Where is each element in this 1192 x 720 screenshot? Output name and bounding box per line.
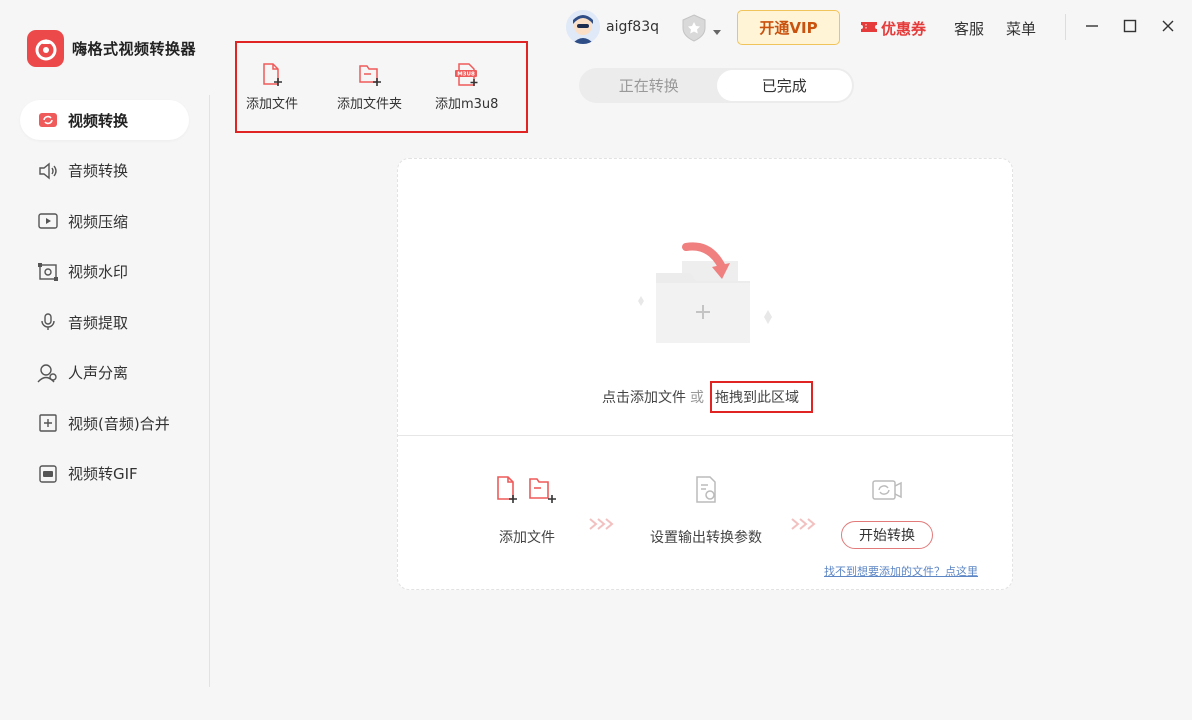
add-file-label: 添加文件 xyxy=(246,97,299,112)
vocal-separate-icon xyxy=(37,362,59,384)
tab-converting[interactable]: 正在转换 xyxy=(581,70,717,101)
m3u8-file-icon: M3U8 xyxy=(454,61,480,87)
sidebar-item-merge[interactable]: 视频(音频)合并 xyxy=(20,403,189,443)
video-watermark-icon xyxy=(37,261,59,283)
step-add-file-icon xyxy=(494,475,560,505)
sidebar-item-label: 视频转GIF xyxy=(68,465,138,483)
tab-completed[interactable]: 已完成 xyxy=(716,70,852,101)
start-convert-button[interactable]: 开始转换 xyxy=(841,521,933,549)
convert-icon xyxy=(871,475,903,505)
add-toolbar: 添加文件 添加文件夹 M3U8 添加m3u8 xyxy=(235,41,528,133)
settings-file-icon xyxy=(692,475,720,505)
sidebar-item-video-compress[interactable]: 视频压缩 xyxy=(20,201,189,241)
sidebar: 嗨格式视频转换器 视频转换 音频转换 视频压缩 视频水印 音频提取 人声分离 视… xyxy=(0,0,211,720)
minimize-button[interactable] xyxy=(1080,14,1104,38)
close-button[interactable] xyxy=(1156,14,1180,38)
maximize-button[interactable] xyxy=(1118,14,1142,38)
step-set-params-label: 设置输出转换参数 xyxy=(650,530,762,546)
sidebar-item-video-watermark[interactable]: 视频水印 xyxy=(20,252,189,292)
minimize-icon xyxy=(1086,25,1098,27)
step-arrow-icon xyxy=(588,517,616,535)
sidebar-item-gif[interactable]: 视频转GIF xyxy=(20,454,189,494)
maximize-icon xyxy=(1123,19,1137,33)
sidebar-item-audio-convert[interactable]: 音频转换 xyxy=(20,151,189,191)
drag-here-text: 拖拽到此区域 xyxy=(710,381,813,413)
ticket-icon xyxy=(860,20,878,38)
open-vip-button[interactable]: 开通VIP xyxy=(737,10,840,45)
drop-instruction: 点击添加文件 或 拖拽到此区域 xyxy=(602,381,813,413)
add-file-icon xyxy=(261,61,283,87)
sidebar-item-video-convert[interactable]: 视频转换 xyxy=(20,100,189,140)
sidebar-item-label: 视频压缩 xyxy=(68,212,129,231)
sidebar-item-label: 视频转换 xyxy=(68,111,129,130)
brand: 嗨格式视频转换器 xyxy=(27,30,196,67)
app-logo-icon xyxy=(27,30,64,67)
file-drop-area[interactable]: 点击添加文件 或 拖拽到此区域 添加文件 设置输出转换参数 开始转换 找不到想要… xyxy=(397,158,1013,590)
conversion-steps: 添加文件 设置输出转换参数 开始转换 xyxy=(398,459,1012,569)
audio-convert-icon xyxy=(37,160,59,182)
sidebar-item-label: 音频提取 xyxy=(68,313,129,332)
customer-service-button[interactable]: 客服 xyxy=(954,18,984,39)
m3u8-badge-text: M3U8 xyxy=(457,72,475,78)
add-folder-icon xyxy=(358,61,382,87)
click-add-text[interactable]: 点击添加文件 xyxy=(602,387,686,407)
video-compress-icon xyxy=(37,210,59,232)
sidebar-item-label: 人声分离 xyxy=(68,364,129,382)
username: aigf83q xyxy=(606,19,659,35)
medal-icon xyxy=(679,13,709,47)
add-folder-label: 添加文件夹 xyxy=(337,97,403,112)
sidebar-item-label: 视频(音频)合并 xyxy=(68,414,170,433)
sidebar-item-audio-extract[interactable]: 音频提取 xyxy=(20,302,189,342)
topbar: aigf83q 开通VIP 优惠券 客服 菜单 xyxy=(560,8,1192,48)
sidebar-item-label: 音频转换 xyxy=(68,162,129,180)
video-convert-icon xyxy=(37,109,59,131)
sidebar-nav: 视频转换 音频转换 视频压缩 视频水印 音频提取 人声分离 视频(音频)合并 视… xyxy=(20,100,189,504)
coupon-button[interactable]: 优惠券 xyxy=(860,18,926,39)
folder-drop-icon xyxy=(630,241,780,355)
step-add-file: 添加文件 xyxy=(494,475,560,547)
add-m3u8-button[interactable]: M3U8 添加m3u8 xyxy=(435,61,498,112)
app-window: 嗨格式视频转换器 视频转换 音频转换 视频压缩 视频水印 音频提取 人声分离 视… xyxy=(0,0,1192,720)
add-file-button[interactable]: 添加文件 xyxy=(246,61,298,112)
avatar xyxy=(566,10,600,44)
status-tabs: 正在转换 已完成 xyxy=(579,68,854,103)
close-icon xyxy=(1162,20,1174,32)
coupon-label: 优惠券 xyxy=(881,20,927,38)
vip-level-dropdown[interactable] xyxy=(679,13,721,47)
window-controls-divider xyxy=(1065,14,1066,40)
cant-find-file-link[interactable]: 找不到想要添加的文件？点这里 xyxy=(824,563,978,579)
merge-icon xyxy=(37,412,59,434)
step-arrow-icon xyxy=(790,517,818,535)
menu-button[interactable]: 菜单 xyxy=(1006,18,1036,39)
user-account[interactable]: aigf83q xyxy=(566,10,659,44)
sidebar-item-label: 视频水印 xyxy=(68,263,129,281)
app-name: 嗨格式视频转换器 xyxy=(72,40,197,58)
add-folder-button[interactable]: 添加文件夹 xyxy=(337,61,402,112)
drop-divider xyxy=(398,435,1012,436)
audio-extract-icon xyxy=(37,311,59,333)
or-text: 或 xyxy=(690,390,704,406)
sidebar-item-vocal-separate[interactable]: 人声分离 xyxy=(20,353,189,393)
step-set-params: 设置输出转换参数 xyxy=(650,475,762,547)
gif-icon xyxy=(37,463,59,485)
sidebar-divider xyxy=(209,95,210,687)
chevron-down-icon xyxy=(713,21,721,40)
add-m3u8-label: 添加m3u8 xyxy=(435,97,499,112)
step-start: 开始转换 xyxy=(841,475,933,549)
step-add-file-label: 添加文件 xyxy=(499,530,555,546)
